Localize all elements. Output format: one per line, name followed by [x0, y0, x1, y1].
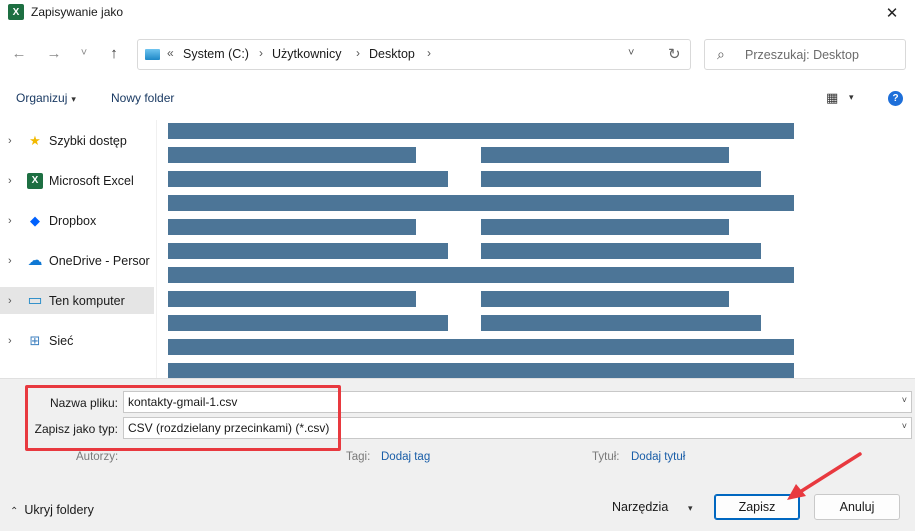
sidebar-item-label: OneDrive - Persor [49, 253, 150, 268]
sidebar-item-label: Ten komputer [49, 293, 125, 308]
command-bar: Organizuj ▾ Nowy folder ▦ ▾ ? [0, 83, 915, 113]
redacted-row [168, 339, 794, 355]
add-title-link[interactable]: Dodaj tytuł [631, 451, 685, 463]
navigation-bar: ← → ˅ ↑ « System (C:) › Użytkownicy › De… [0, 30, 915, 78]
network-icon: ⊞ [29, 332, 41, 348]
redacted-cell [481, 219, 729, 235]
sidebar-item-onedrive[interactable]: › ☁ OneDrive - Persor [0, 247, 154, 274]
annotation-highlight-box [25, 385, 341, 451]
redacted-cell [481, 171, 761, 187]
caret-down-icon[interactable]: ▾ [688, 503, 693, 514]
sidebar-item-this-pc[interactable]: › ▭ Ten komputer [0, 287, 154, 314]
chevron-right-icon[interactable]: › [8, 295, 12, 307]
up-button[interactable]: ↑ [103, 42, 125, 64]
breadcrumb-separator[interactable]: › [259, 46, 263, 60]
excel-app-icon: X [8, 4, 24, 20]
address-bar[interactable]: « System (C:) › Użytkownicy › Desktop › … [137, 39, 691, 70]
title-bar: X Zapisywanie jako ✕ [0, 0, 915, 26]
chevron-right-icon[interactable]: › [8, 135, 12, 147]
redacted-row [168, 123, 794, 139]
sidebar-item-dropbox[interactable]: › ◆ Dropbox [0, 207, 154, 234]
sidebar-item-quick-access[interactable]: › ★ Szybki dostęp [0, 127, 154, 154]
sidebar-item-excel[interactable]: › X Microsoft Excel [0, 167, 154, 194]
new-folder-button[interactable]: Nowy folder [111, 91, 174, 105]
breadcrumb-desktop[interactable]: Desktop [369, 47, 415, 61]
title-label: Tytuł: [592, 451, 620, 463]
view-options-icon[interactable]: ▦ [826, 90, 838, 106]
chevron-down-icon[interactable]: ˅ [902, 395, 907, 405]
navigation-pane: › ★ Szybki dostęp › X Microsoft Excel › … [0, 120, 156, 378]
scrollbar[interactable] [905, 120, 915, 378]
redacted-row [168, 195, 794, 211]
redacted-cell [168, 171, 448, 187]
redacted-row [168, 267, 794, 283]
breadcrumb-drive[interactable]: System (C:) [183, 47, 249, 61]
excel-icon: X [27, 172, 43, 189]
window-title: Zapisywanie jako [31, 5, 124, 19]
chevron-right-icon[interactable]: › [8, 215, 12, 227]
save-button[interactable]: Zapisz [714, 494, 800, 520]
chevron-right-icon[interactable]: › [8, 175, 12, 187]
caret-down-icon: ▾ [71, 94, 76, 104]
redacted-row [168, 363, 794, 378]
close-icon: ✕ [885, 5, 899, 22]
sidebar-item-label: Microsoft Excel [49, 173, 134, 188]
breadcrumb-users[interactable]: Użytkownicy [272, 47, 341, 61]
close-button[interactable]: ✕ [869, 0, 915, 26]
authors-label: Autorzy: [76, 451, 119, 463]
chevron-right-icon[interactable]: › [8, 335, 12, 347]
chevron-down-icon[interactable]: ˅ [902, 421, 907, 431]
redacted-cell [168, 291, 416, 307]
refresh-icon[interactable]: ↻ [668, 45, 681, 63]
address-dropdown-icon[interactable]: ˅ [628, 47, 634, 59]
redacted-cell [168, 315, 448, 331]
chevron-right-icon[interactable]: › [8, 255, 12, 267]
hide-folders-label: Ukryj foldery [24, 503, 94, 517]
drive-icon [145, 49, 160, 60]
computer-icon: ▭ [27, 291, 43, 309]
hide-folders-button[interactable]: ⌃ Ukryj foldery [10, 503, 94, 517]
redacted-cell [481, 291, 729, 307]
organize-button[interactable]: Organizuj ▾ [16, 91, 76, 105]
up-arrow-icon: ↑ [110, 44, 118, 62]
breadcrumb-separator[interactable]: › [427, 46, 431, 60]
help-icon[interactable]: ? [888, 91, 903, 106]
sidebar-item-label: Dropbox [49, 213, 97, 228]
search-input[interactable]: ⌕ Przeszukaj: Desktop [704, 39, 906, 70]
redacted-cell [481, 315, 761, 331]
search-placeholder: Przeszukaj: Desktop [745, 48, 859, 62]
sidebar-item-label: Szybki dostęp [49, 133, 127, 148]
sidebar-item-label: Sieć [49, 333, 74, 348]
organize-label: Organizuj [16, 91, 68, 105]
redacted-cell [168, 147, 416, 163]
search-icon: ⌕ [717, 46, 725, 62]
forward-arrow-icon: → [46, 44, 62, 62]
onedrive-icon: ☁ [27, 251, 43, 269]
redacted-cell [481, 147, 729, 163]
dropbox-icon: ◆ [30, 212, 40, 228]
path-overflow[interactable]: « [167, 46, 174, 60]
back-button[interactable]: ← [8, 42, 30, 64]
redacted-cell [168, 219, 416, 235]
add-tag-link[interactable]: Dodaj tag [381, 451, 430, 463]
back-arrow-icon: ← [11, 44, 27, 62]
redacted-cell [481, 243, 761, 259]
recent-locations-button[interactable]: ˅ [73, 42, 95, 64]
breadcrumb-separator[interactable]: › [356, 46, 360, 60]
forward-button[interactable]: → [43, 42, 65, 64]
tools-button[interactable]: Narzędzia [612, 500, 668, 514]
caret-down-icon[interactable]: ▾ [849, 92, 854, 103]
tags-label: Tagi: [346, 451, 371, 463]
redacted-cell [168, 243, 448, 259]
chevron-up-icon: ⌃ [10, 506, 19, 517]
sidebar-item-network[interactable]: › ⊞ Sieć [0, 327, 154, 354]
star-icon: ★ [29, 132, 41, 148]
cancel-button[interactable]: Anuluj [814, 494, 900, 520]
file-list[interactable] [156, 120, 905, 378]
chevron-down-icon: ˅ [80, 47, 88, 59]
